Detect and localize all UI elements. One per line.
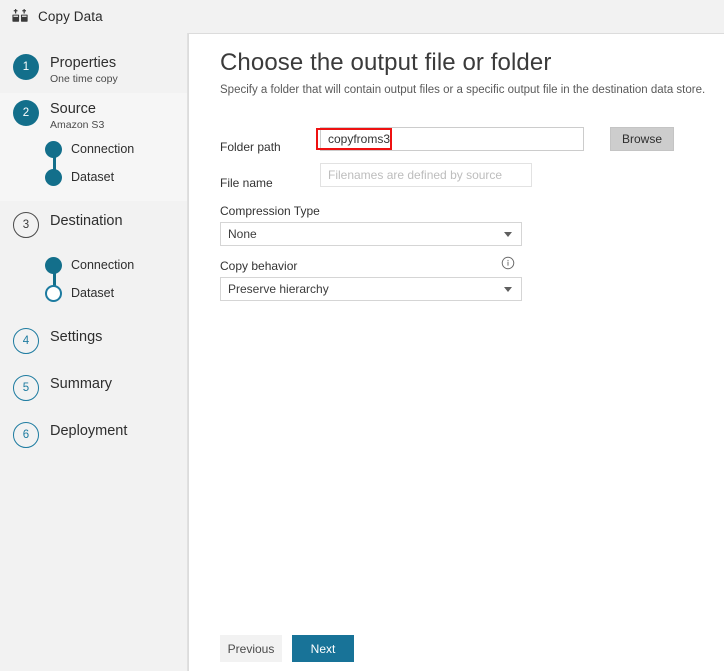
file-name-label: File name — [220, 176, 273, 190]
folder-path-label: Folder path — [220, 140, 281, 154]
step-subtitle-source: Amazon S3 — [50, 118, 104, 133]
page-title: Choose the output file or folder — [220, 49, 551, 77]
step-number-4: 4 — [23, 335, 29, 347]
sidebar-step-properties[interactable]: 1 Properties One time copy — [0, 53, 187, 87]
step-body-summary: Summary — [50, 374, 112, 394]
sidebar-step-deployment[interactable]: 6 Deployment — [0, 421, 187, 455]
next-button[interactable]: Next — [292, 635, 354, 662]
step-body-destination: Destination — [50, 211, 123, 231]
window-titlebar: Copy Data — [0, 0, 724, 33]
copy-behavior-select[interactable]: Preserve hierarchy — [220, 277, 522, 301]
compression-type-label: Compression Type — [220, 204, 320, 218]
step-title-summary: Summary — [50, 375, 112, 394]
browse-button[interactable]: Browse — [610, 127, 674, 151]
copy-data-wizard: Copy Data 1 Properties One time copy 2 — [0, 0, 724, 671]
step-group-destination: 3 Destination Connection Dataset — [0, 201, 187, 317]
previous-button[interactable]: Previous — [220, 635, 282, 662]
step-subtitle-properties: One time copy — [50, 72, 118, 87]
sidebar-step-summary[interactable]: 5 Summary — [0, 374, 187, 408]
compression-type-select[interactable]: None — [220, 222, 522, 246]
substep-label-destination-dataset: Dataset — [71, 286, 114, 300]
sidebar-step-source[interactable]: 2 Source Amazon S3 — [0, 99, 187, 133]
sidebar-step-destination[interactable]: 3 Destination — [0, 211, 187, 245]
sidebar-step-settings[interactable]: 4 Settings — [0, 327, 187, 361]
substep-dot-destination-dataset — [45, 285, 62, 302]
step-marker-5: 5 — [13, 375, 39, 401]
step-title-properties: Properties — [50, 54, 118, 73]
substeps-destination: Connection Dataset — [0, 251, 187, 307]
step-group-properties: 1 Properties One time copy — [0, 33, 187, 93]
compression-type-value: None — [228, 227, 504, 241]
sidebar-substep-destination-dataset[interactable]: Dataset — [45, 279, 187, 307]
step-number-6: 6 — [23, 429, 29, 441]
main-panel: Choose the output file or folder Specify… — [188, 33, 724, 671]
step-body-settings: Settings — [50, 327, 102, 347]
step-group-settings: 4 Settings — [0, 317, 187, 361]
sidebar-substep-destination-connection[interactable]: Connection — [45, 251, 187, 279]
file-name-input[interactable] — [320, 163, 532, 187]
substeps-source: Connection Dataset — [0, 135, 187, 191]
substep-dot-destination-connection — [45, 257, 62, 274]
step-group-deployment: 6 Deployment — [0, 408, 187, 455]
substep-dot-source-connection — [45, 141, 62, 158]
step-body-deployment: Deployment — [50, 421, 127, 441]
wizard-sidebar: 1 Properties One time copy 2 Source Amaz… — [0, 33, 188, 671]
sidebar-substep-source-connection[interactable]: Connection — [45, 135, 187, 163]
step-group-source: 2 Source Amazon S3 Connection Dataset — [0, 93, 187, 201]
step-title-settings: Settings — [50, 328, 102, 347]
step-group-summary: 5 Summary — [0, 361, 187, 408]
step-marker-4: 4 — [13, 328, 39, 354]
window-title: Copy Data — [38, 9, 103, 24]
step-title-deployment: Deployment — [50, 422, 127, 441]
copy-behavior-value: Preserve hierarchy — [228, 282, 504, 296]
substep-label-source-dataset: Dataset — [71, 170, 114, 184]
info-icon[interactable] — [501, 256, 515, 270]
step-body-source: Source Amazon S3 — [50, 99, 104, 133]
chevron-down-icon — [504, 232, 512, 237]
copy-behavior-label: Copy behavior — [220, 259, 297, 273]
substep-label-source-connection: Connection — [71, 142, 134, 156]
step-marker-6: 6 — [13, 422, 39, 448]
step-number-3: 3 — [23, 219, 29, 231]
step-body-properties: Properties One time copy — [50, 53, 118, 87]
step-number-2: 2 — [23, 107, 29, 119]
step-marker-1: 1 — [13, 54, 39, 80]
step-title-source: Source — [50, 100, 104, 119]
step-title-destination: Destination — [50, 212, 123, 231]
substep-label-destination-connection: Connection — [71, 258, 134, 272]
sidebar-substep-source-dataset[interactable]: Dataset — [45, 163, 187, 191]
folder-path-input[interactable] — [320, 127, 584, 151]
page-subtitle: Specify a folder that will contain outpu… — [220, 84, 705, 96]
step-number-5: 5 — [23, 382, 29, 394]
step-marker-3: 3 — [13, 212, 39, 238]
chevron-down-icon-copy-behavior — [504, 287, 512, 292]
step-marker-2: 2 — [13, 100, 39, 126]
step-number-1: 1 — [23, 61, 29, 73]
substep-dot-source-dataset — [45, 169, 62, 186]
copy-data-icon — [11, 7, 30, 26]
